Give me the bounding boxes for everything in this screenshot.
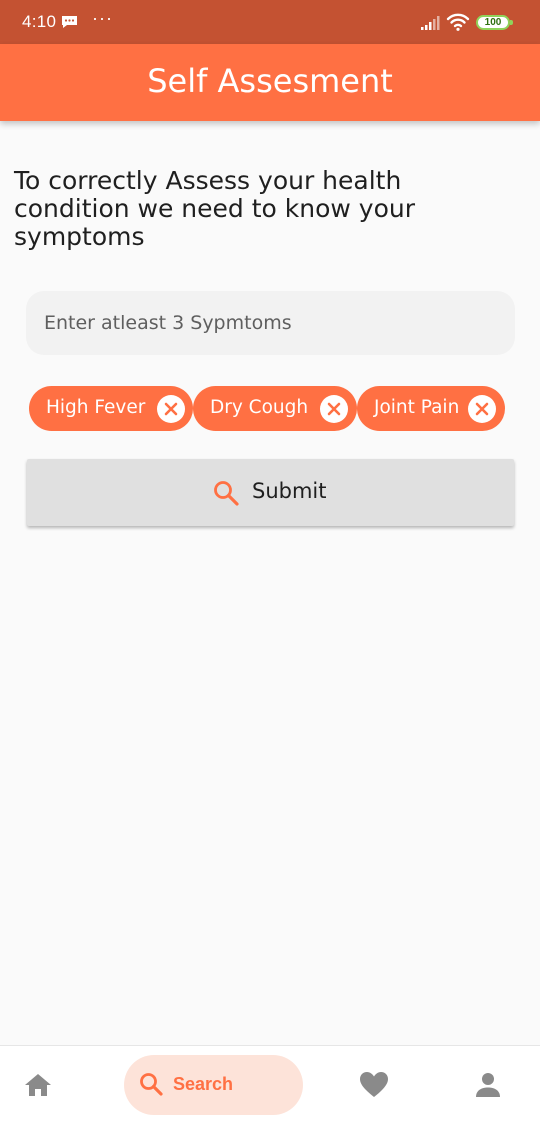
symptom-input[interactable] xyxy=(26,291,515,355)
chip-label: Joint Pain xyxy=(374,397,460,418)
remove-chip-icon[interactable] xyxy=(157,395,185,423)
instruction-text: To correctly Assess your health conditio… xyxy=(14,166,416,251)
search-icon xyxy=(214,481,239,506)
wifi-icon xyxy=(446,13,470,31)
search-icon xyxy=(140,1073,163,1096)
nav-search-tab[interactable]: Search xyxy=(124,1055,303,1115)
chip-dry-cough[interactable]: Dry Cough xyxy=(193,386,357,431)
chip-label: Dry Cough xyxy=(210,397,309,418)
submit-button[interactable]: Submit xyxy=(27,459,514,526)
page-title: Self Assesment xyxy=(147,62,393,100)
home-icon[interactable] xyxy=(24,1072,52,1098)
more-notifications-icon: ··· xyxy=(92,8,113,28)
person-icon[interactable] xyxy=(475,1072,501,1098)
nav-search-label: Search xyxy=(173,1074,234,1094)
remove-chip-icon[interactable] xyxy=(468,395,496,423)
status-time: 4:10 xyxy=(22,12,57,31)
chip-joint-pain[interactable]: Joint Pain xyxy=(357,386,505,431)
app-bar: Self Assesment xyxy=(0,44,540,121)
battery-icon: 100 xyxy=(476,15,513,30)
heart-icon[interactable] xyxy=(359,1071,389,1099)
message-icon xyxy=(62,16,77,28)
chip-label: High Fever xyxy=(46,397,146,418)
submit-label: Submit xyxy=(252,479,327,503)
chip-high-fever[interactable]: High Fever xyxy=(29,386,193,431)
signal-icon xyxy=(421,16,440,30)
remove-chip-icon[interactable] xyxy=(320,395,348,423)
bottom-nav: Search xyxy=(0,1045,540,1124)
status-bar: 4:10 ··· 100 xyxy=(0,0,540,44)
